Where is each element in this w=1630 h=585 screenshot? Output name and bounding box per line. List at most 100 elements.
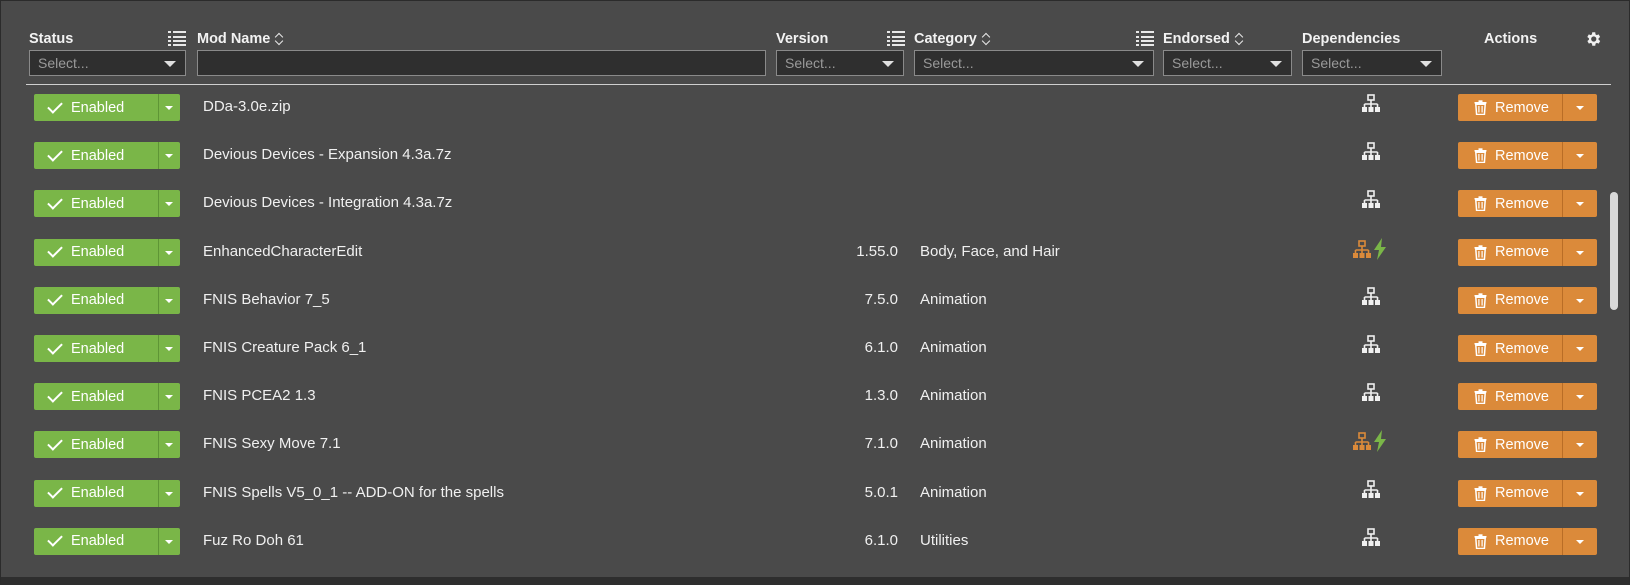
enabled-toggle-button[interactable]: Enabled (34, 239, 158, 266)
scrollbar-thumb[interactable] (1610, 192, 1618, 310)
remove-chevron-down-icon[interactable] (1562, 383, 1597, 411)
endorsed-filter-select[interactable]: Select... (1163, 50, 1292, 76)
dependencies-cell[interactable] (1361, 527, 1383, 550)
table-row[interactable]: Enabled FNIS Spells V5_0_1 -- ADD-ON for… (1, 471, 1611, 521)
dependencies-cell[interactable] (1361, 190, 1383, 212)
remove-button[interactable]: Remove (1458, 142, 1562, 169)
mod-name-filter-input[interactable] (197, 50, 766, 76)
dependencies-cell[interactable] (1361, 335, 1383, 357)
gear-icon[interactable] (1584, 30, 1602, 48)
dependencies-cell[interactable] (1361, 479, 1383, 502)
status-chevron-down-icon[interactable] (158, 383, 180, 411)
remove-dropdown-button[interactable]: Remove (1458, 142, 1597, 170)
status-chevron-down-icon[interactable] (158, 431, 180, 459)
remove-dropdown-button[interactable]: Remove (1458, 190, 1597, 218)
column-header-status[interactable]: Status (29, 29, 73, 49)
remove-dropdown-button[interactable]: Remove (1458, 527, 1597, 555)
dependencies-cell[interactable] (1361, 286, 1383, 309)
remove-button[interactable]: Remove (1458, 94, 1562, 121)
status-chevron-down-icon[interactable] (158, 190, 180, 218)
status-chevron-down-icon[interactable] (158, 94, 180, 121)
status-filter-list-icon[interactable] (168, 31, 186, 46)
status-dropdown-button[interactable]: Enabled (34, 94, 180, 121)
table-row[interactable]: Enabled FNIS Sexy Move 7.1 7.1.0 Animati… (1, 422, 1611, 472)
status-dropdown-button[interactable]: Enabled (34, 286, 180, 314)
remove-button[interactable]: Remove (1458, 528, 1562, 555)
remove-dropdown-button[interactable]: Remove (1458, 431, 1597, 459)
enabled-toggle-button[interactable]: Enabled (34, 94, 158, 121)
enabled-toggle-button[interactable]: Enabled (34, 287, 158, 314)
enabled-toggle-button[interactable]: Enabled (34, 190, 158, 217)
remove-chevron-down-icon[interactable] (1562, 335, 1597, 362)
table-row[interactable]: Enabled Devious Devices - Expansion 4.3a… (1, 133, 1611, 183)
column-header-mod-name[interactable]: Mod Name (197, 29, 284, 49)
remove-chevron-down-icon[interactable] (1562, 431, 1597, 459)
remove-dropdown-button[interactable]: Remove (1458, 286, 1597, 314)
status-chevron-down-icon[interactable] (158, 335, 180, 362)
remove-button[interactable]: Remove (1458, 287, 1562, 314)
column-header-category[interactable]: Category (914, 29, 991, 49)
table-row[interactable]: Enabled Fuz Ro Doh 61 6.1.0 Utilities Re… (1, 519, 1611, 563)
version-filter-select[interactable]: Select... (776, 50, 904, 76)
table-row[interactable]: Enabled FNIS PCEA2 1.3 1.3.0 Animation R… (1, 374, 1611, 424)
version-filter-list-icon[interactable] (887, 31, 905, 46)
status-chevron-down-icon[interactable] (158, 142, 180, 170)
status-dropdown-button[interactable]: Enabled (34, 335, 180, 362)
column-header-endorsed[interactable]: Endorsed (1163, 29, 1244, 49)
remove-chevron-down-icon[interactable] (1562, 238, 1597, 266)
remove-chevron-down-icon[interactable] (1562, 94, 1597, 121)
dependencies-cell[interactable] (1352, 430, 1392, 454)
remove-button[interactable]: Remove (1458, 480, 1562, 507)
column-header-version[interactable]: Version (776, 29, 828, 49)
remove-button[interactable]: Remove (1458, 431, 1562, 458)
dependencies-cell[interactable] (1361, 94, 1383, 116)
dependencies-cell[interactable] (1361, 383, 1383, 405)
enabled-toggle-button[interactable]: Enabled (34, 142, 158, 169)
category-filter-list-icon[interactable] (1136, 31, 1154, 46)
status-dropdown-button[interactable]: Enabled (34, 190, 180, 218)
status-dropdown-button[interactable]: Enabled (34, 142, 180, 170)
remove-dropdown-button[interactable]: Remove (1458, 335, 1597, 362)
dependencies-cell[interactable] (1361, 142, 1383, 164)
column-header-dependencies[interactable]: Dependencies (1302, 29, 1400, 49)
remove-button[interactable]: Remove (1458, 239, 1562, 266)
status-dropdown-button[interactable]: Enabled (34, 527, 180, 555)
remove-dropdown-button[interactable]: Remove (1458, 238, 1597, 266)
status-dropdown-button[interactable]: Enabled (34, 431, 180, 459)
enabled-toggle-button[interactable]: Enabled (34, 528, 158, 555)
table-row[interactable]: Enabled FNIS Creature Pack 6_1 6.1.0 Ani… (1, 326, 1611, 376)
hierarchy-icon (1361, 94, 1381, 118)
remove-chevron-down-icon[interactable] (1562, 286, 1597, 314)
status-filter-select[interactable]: Select... (29, 50, 186, 76)
enabled-toggle-button[interactable]: Enabled (34, 383, 158, 410)
checkmark-icon (47, 194, 63, 210)
status-chevron-down-icon[interactable] (158, 238, 180, 266)
status-label: Enabled (71, 292, 125, 309)
remove-dropdown-button[interactable]: Remove (1458, 479, 1597, 507)
table-row[interactable]: Enabled DDa-3.0e.zip Remove (1, 87, 1611, 135)
remove-button[interactable]: Remove (1458, 190, 1562, 217)
remove-chevron-down-icon[interactable] (1562, 190, 1597, 218)
enabled-toggle-button[interactable]: Enabled (34, 335, 158, 362)
remove-chevron-down-icon[interactable] (1562, 142, 1597, 170)
enabled-toggle-button[interactable]: Enabled (34, 480, 158, 507)
remove-button[interactable]: Remove (1458, 383, 1562, 410)
dependencies-filter-select[interactable]: Select... (1302, 50, 1442, 76)
enabled-toggle-button[interactable]: Enabled (34, 431, 158, 458)
remove-button[interactable]: Remove (1458, 335, 1562, 362)
status-chevron-down-icon[interactable] (158, 479, 180, 507)
status-dropdown-button[interactable]: Enabled (34, 238, 180, 266)
remove-chevron-down-icon[interactable] (1562, 527, 1597, 555)
status-dropdown-button[interactable]: Enabled (34, 479, 180, 507)
table-row[interactable]: Enabled EnhancedCharacterEdit 1.55.0 Bod… (1, 230, 1611, 280)
category-filter-select[interactable]: Select... (914, 50, 1154, 76)
remove-dropdown-button[interactable]: Remove (1458, 94, 1597, 121)
remove-chevron-down-icon[interactable] (1562, 479, 1597, 507)
dependencies-cell[interactable] (1352, 237, 1392, 262)
table-row[interactable]: Enabled FNIS Behavior 7_5 7.5.0 Animatio… (1, 278, 1611, 328)
status-chevron-down-icon[interactable] (158, 527, 180, 555)
table-row[interactable]: Enabled Devious Devices - Integration 4.… (1, 181, 1611, 231)
status-chevron-down-icon[interactable] (158, 286, 180, 314)
remove-dropdown-button[interactable]: Remove (1458, 383, 1597, 411)
status-dropdown-button[interactable]: Enabled (34, 383, 180, 411)
